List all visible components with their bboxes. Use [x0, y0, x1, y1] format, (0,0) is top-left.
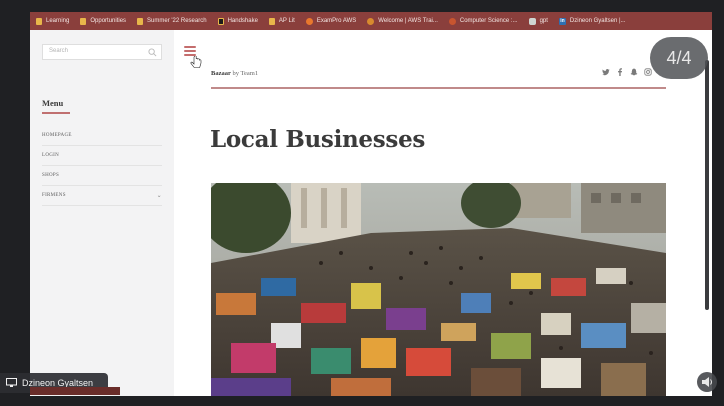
- bookmark-summer-research[interactable]: Summer '22 Research: [137, 17, 207, 25]
- facebook-icon[interactable]: [616, 68, 624, 76]
- site-brand[interactable]: Bazaar by Team1: [211, 70, 258, 77]
- menu-title-underline: [42, 112, 70, 114]
- page-title: Local Businesses: [210, 126, 426, 153]
- menu-item-homepage[interactable]: HOMEPAGE: [42, 126, 162, 146]
- hand-cursor-icon: [190, 56, 202, 68]
- search-icon[interactable]: [148, 48, 157, 57]
- menu-list: HOMEPAGE LOGIN SHOPS FIRMENS ⌄: [42, 126, 162, 206]
- social-links: [602, 68, 652, 76]
- browser-viewport: Search Menu HOMEPAGE LOGIN SHOPS FIRMENS…: [30, 30, 712, 396]
- hero-market-image: [211, 183, 666, 396]
- search-input[interactable]: Search: [42, 44, 162, 60]
- screen-share-notice: [30, 387, 120, 395]
- cs-icon: [448, 17, 456, 25]
- bookmark-handshake[interactable]: Handshake: [217, 17, 258, 25]
- speaker-icon[interactable]: [697, 372, 717, 392]
- bookmark-exampro-aws[interactable]: ExamPro AWS: [305, 17, 356, 25]
- bookmark-gpt[interactable]: gpt: [528, 17, 548, 25]
- gpt-icon: [528, 17, 536, 25]
- bookmark-learning[interactable]: Learning: [36, 17, 69, 25]
- handshake-icon: [217, 17, 224, 25]
- sidebar: Search Menu HOMEPAGE LOGIN SHOPS FIRMENS…: [30, 30, 174, 396]
- bookmark-ap-lit[interactable]: AP Lit: [268, 17, 295, 25]
- menu-item-shops[interactable]: SHOPS: [42, 166, 162, 186]
- folder-icon: [137, 17, 144, 25]
- linkedin-icon: in: [558, 17, 566, 25]
- snapchat-icon[interactable]: [630, 68, 638, 76]
- header-divider: [211, 87, 666, 89]
- bookmark-aws-training[interactable]: Welcome | AWS Trai...: [367, 17, 438, 25]
- bookmark-linkedin[interactable]: in Dzineon Gyaltsen |...: [558, 17, 626, 25]
- page-scrollbar[interactable]: [705, 60, 709, 310]
- monitor-icon: [6, 378, 17, 387]
- menu-item-login[interactable]: LOGIN: [42, 146, 162, 166]
- menu-title: Menu: [42, 98, 64, 108]
- slide-counter: 4/4: [650, 37, 708, 79]
- exampro-icon: [305, 17, 313, 25]
- bookmarks-bar: Learning Opportunities Summer '22 Resear…: [30, 12, 712, 30]
- bookmark-computer-science[interactable]: Computer Science :...: [448, 17, 518, 25]
- folder-icon: [80, 17, 87, 25]
- folder-icon: [36, 17, 42, 25]
- search-placeholder: Search: [49, 48, 69, 54]
- screen-share-stage: Learning Opportunities Summer '22 Resear…: [0, 0, 724, 406]
- menu-item-firmens[interactable]: FIRMENS ⌄: [42, 186, 162, 206]
- aws-icon: [367, 17, 375, 25]
- twitter-icon[interactable]: [602, 68, 610, 76]
- folder-icon: [268, 17, 275, 25]
- instagram-icon[interactable]: [644, 68, 652, 76]
- chevron-down-icon[interactable]: ⌄: [157, 192, 162, 199]
- bookmark-opportunities[interactable]: Opportunities: [80, 17, 126, 25]
